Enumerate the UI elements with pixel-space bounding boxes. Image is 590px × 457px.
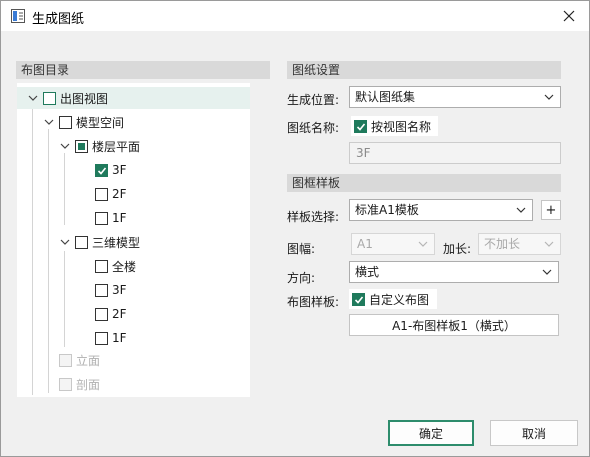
check-icon (356, 122, 366, 131)
tree-node-label: 全楼 (112, 259, 137, 274)
tree-guide (64, 251, 65, 347)
ok-button[interactable]: 确定 (388, 420, 474, 446)
chevron-down-icon[interactable] (59, 140, 71, 152)
extend-value: 不加长 (484, 237, 521, 251)
tree-node-floor-plan[interactable]: 楼层平面 (17, 135, 140, 157)
tree-node-label: 1F (112, 211, 127, 225)
size-select: A1 (351, 233, 435, 255)
chevron-down-icon (542, 269, 552, 275)
check-icon (354, 295, 364, 304)
chevron-down-icon[interactable] (27, 92, 39, 104)
tree-node-elevation: 立面 (59, 349, 100, 371)
tree-node-label: 3F (112, 163, 127, 177)
tree-node-label: 楼层平面 (92, 139, 141, 154)
location-select[interactable]: 默认图纸集 (349, 86, 561, 108)
tree-node-label: 3F (112, 283, 127, 297)
chevron-down-icon (418, 241, 428, 247)
tree-node-3d-whole[interactable]: 全楼 (95, 255, 136, 277)
tree-node-label: 2F (112, 307, 127, 321)
template-select[interactable]: 标准A1模板 (349, 199, 533, 221)
size-value: A1 (357, 237, 373, 251)
extend-label: 加长: (443, 242, 472, 256)
chevron-down-icon (544, 94, 554, 100)
3d-1f-checkbox[interactable] (95, 331, 108, 345)
tree-node-3d-model[interactable]: 三维模型 (17, 231, 140, 253)
layout-catalog-header: 布图目录 (16, 61, 270, 79)
floor-1f-checkbox[interactable] (95, 211, 108, 225)
floor-2f-checkbox[interactable] (95, 187, 108, 201)
3d-3f-checkbox[interactable] (95, 283, 108, 297)
chevron-down-icon (544, 241, 554, 247)
tree-node-floor-1f[interactable]: 1F (95, 207, 127, 229)
floor-3f-checkbox[interactable] (95, 163, 108, 177)
tree-node-label: 1F (112, 331, 127, 345)
chevron-down-icon (516, 207, 526, 213)
layout-tree[interactable]: 出图视图 模型空间 楼层平面 3F 2F 1F 三维模型 全楼 3F 2F 1F… (17, 83, 250, 397)
title-bar: 生成图纸 (1, 1, 589, 31)
location-label: 生成位置: (287, 93, 340, 107)
elevation-checkbox (59, 353, 72, 367)
tree-node-3d-2f[interactable]: 2F (95, 303, 127, 325)
root-checkbox[interactable] (43, 91, 56, 105)
orientation-value: 横式 (355, 265, 380, 279)
name-by-view-toggle[interactable]: 按视图名称 (351, 116, 438, 136)
orientation-select[interactable]: 横式 (349, 261, 559, 283)
tree-guide (48, 129, 49, 393)
tree-guide (64, 153, 65, 225)
tree-node-3d-1f[interactable]: 1F (95, 327, 127, 349)
location-value: 默认图纸集 (355, 90, 416, 104)
name-by-view-label: 按视图名称 (371, 119, 432, 134)
tree-node-section: 剖面 (59, 373, 100, 395)
name-by-view-checkbox[interactable] (354, 119, 367, 133)
layout-template-button[interactable]: A1-布图样板1（横式） (349, 314, 559, 336)
3d-model-checkbox[interactable] (75, 235, 88, 249)
app-icon (11, 9, 25, 23)
floor-plan-checkbox[interactable] (75, 139, 88, 153)
sheet-name-input[interactable]: 3F (349, 142, 561, 164)
sheet-settings-header: 图纸设置 (287, 61, 561, 79)
tree-node-floor-2f[interactable]: 2F (95, 183, 127, 205)
tree-node-label: 三维模型 (92, 235, 141, 250)
model-space-checkbox[interactable] (59, 115, 72, 129)
tree-node-floor-3f[interactable]: 3F (95, 159, 127, 181)
orientation-label: 方向: (287, 271, 316, 285)
window-title: 生成图纸 (32, 12, 85, 27)
template-value: 标准A1模板 (355, 203, 419, 217)
custom-layout-toggle[interactable]: 自定义布图 (349, 289, 437, 309)
tree-node-label: 立面 (76, 353, 101, 368)
chevron-down-icon[interactable] (43, 116, 55, 128)
chevron-down-icon[interactable] (59, 236, 71, 248)
size-label: 图幅: (287, 242, 316, 256)
layout-template-label: 布图样板: (287, 295, 340, 309)
3d-2f-checkbox[interactable] (95, 307, 108, 321)
tree-node-3d-3f[interactable]: 3F (95, 279, 127, 301)
check-icon (97, 166, 107, 175)
section-checkbox (59, 377, 72, 391)
sheet-name-label: 图纸名称: (287, 121, 340, 135)
tree-node-label: 模型空间 (76, 115, 125, 130)
custom-layout-checkbox[interactable] (352, 292, 365, 306)
close-icon (563, 10, 575, 22)
custom-layout-label: 自定义布图 (369, 292, 430, 307)
generate-drawings-dialog: 生成图纸 布图目录 出图视图 模型空间 楼层平面 3F 2F 1F 三维模型 全… (0, 0, 590, 457)
frame-template-header: 图框样板 (287, 174, 561, 192)
tree-node-label: 剖面 (76, 377, 101, 392)
tree-node-root[interactable]: 出图视图 (17, 87, 250, 109)
tree-node-label: 出图视图 (60, 91, 109, 106)
template-select-label: 样板选择: (287, 210, 340, 224)
close-button[interactable] (549, 1, 589, 31)
cancel-button[interactable]: 取消 (490, 420, 578, 446)
tree-node-label: 2F (112, 187, 127, 201)
3d-whole-checkbox[interactable] (95, 259, 108, 273)
tree-node-model-space[interactable]: 模型空间 (17, 111, 124, 133)
extend-select: 不加长 (478, 233, 561, 255)
add-template-button[interactable]: + (541, 200, 561, 220)
